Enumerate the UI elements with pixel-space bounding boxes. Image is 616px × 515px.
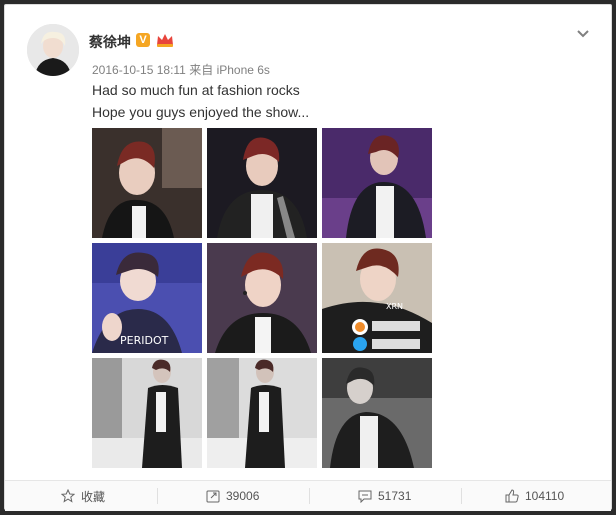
post-timestamp[interactable]: 2016-10-15 18:11 xyxy=(92,63,186,77)
comment-button[interactable]: 51731 xyxy=(358,481,411,511)
favorite-button[interactable]: 收藏 xyxy=(61,481,105,511)
source-prefix: 来自 xyxy=(189,63,214,77)
photo-4-watermark: PERIDOT xyxy=(120,334,169,347)
post-source: iPhone 6s xyxy=(216,63,270,77)
weibo-post-card: 蔡徐坤 V 2016-10-15 18:11 来自 iPhone 6s Had … xyxy=(4,4,612,511)
photo-6-watermark: XRN xyxy=(386,302,403,311)
crown-icon xyxy=(155,32,175,53)
chevron-down-icon[interactable] xyxy=(575,25,591,46)
action-bar: 收藏 39006 51731 104110 xyxy=(5,480,611,511)
comment-count: 51731 xyxy=(378,489,412,503)
photo-3[interactable] xyxy=(322,128,432,238)
photo-9[interactable] xyxy=(322,358,432,468)
photo-1[interactable] xyxy=(92,128,202,238)
action-divider xyxy=(157,488,158,504)
author-name[interactable]: 蔡徐坤 xyxy=(89,32,131,52)
action-divider xyxy=(461,488,462,504)
photo-7[interactable] xyxy=(92,358,202,468)
verified-badge: V xyxy=(136,33,150,47)
photo-2[interactable] xyxy=(207,128,317,238)
repost-icon xyxy=(206,490,220,503)
photo-5[interactable] xyxy=(207,243,317,353)
post-meta: 2016-10-15 18:11 来自 iPhone 6s xyxy=(92,61,270,78)
star-icon xyxy=(61,489,75,503)
post-text-line-1: Had so much fun at fashion rocks xyxy=(92,82,300,98)
like-button[interactable]: 104110 xyxy=(505,481,564,511)
photo-grid: PERIDOT XRN xyxy=(92,128,432,468)
repost-count: 39006 xyxy=(226,489,260,503)
photo-8[interactable] xyxy=(207,358,317,468)
favorite-label: 收藏 xyxy=(81,489,106,504)
post-text-line-2: Hope you guys enjoyed the show... xyxy=(92,104,310,120)
photo-6[interactable]: XRN xyxy=(322,243,432,353)
comment-icon xyxy=(358,490,372,503)
avatar[interactable] xyxy=(27,24,79,76)
thumbs-up-icon xyxy=(505,489,519,503)
like-count: 104110 xyxy=(525,489,565,503)
photo-4[interactable]: PERIDOT xyxy=(92,243,202,353)
action-divider xyxy=(309,488,310,504)
repost-button[interactable]: 39006 xyxy=(206,481,259,511)
